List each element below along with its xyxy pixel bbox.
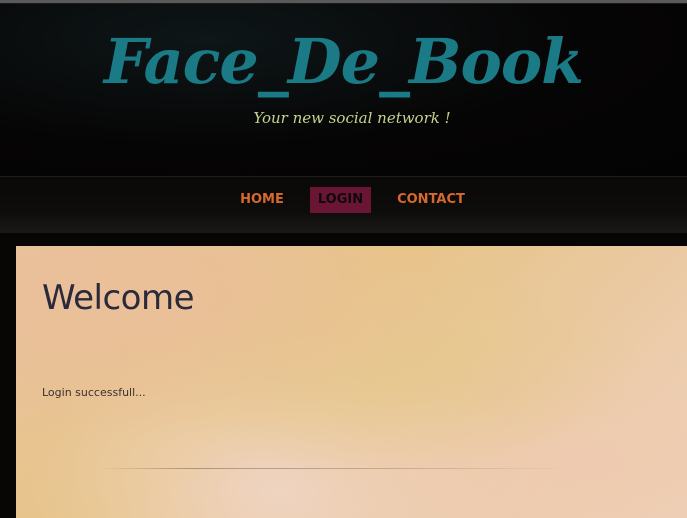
page-heading: Welcome [42, 278, 195, 318]
nav-login-link[interactable]: LOGIN [310, 187, 371, 213]
site-tagline: Your new social network ! [253, 109, 451, 127]
site-header: Face_De_Book Your new social network ! [0, 3, 687, 176]
main-nav: HOME LOGIN CONTACT [0, 176, 687, 233]
status-message: Login successfull... [42, 386, 146, 399]
site-title: Face_De_Book [103, 25, 584, 98]
content-panel: Welcome Login successfull... [16, 246, 687, 518]
nav-home-link[interactable]: HOME [238, 187, 286, 213]
nav-contact-link[interactable]: CONTACT [394, 187, 468, 213]
content-divider [96, 468, 576, 469]
